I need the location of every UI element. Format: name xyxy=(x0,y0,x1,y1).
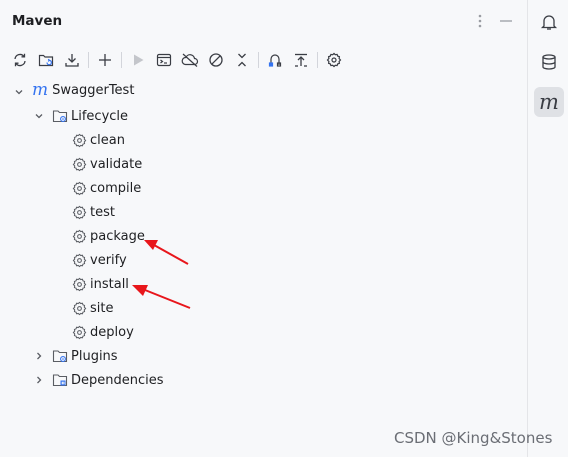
gear-icon xyxy=(71,276,87,292)
offline-mode-icon[interactable] xyxy=(179,49,201,71)
goal-label: validate xyxy=(90,156,143,172)
panel-header: Maven xyxy=(0,0,527,44)
collapse-all-icon[interactable] xyxy=(231,49,253,71)
database-icon[interactable] xyxy=(534,47,564,77)
dependencies-label: Dependencies xyxy=(71,372,164,388)
gear-icon xyxy=(71,156,87,172)
watermark: CSDN @King&Stones xyxy=(394,429,553,447)
add-maven-project-icon[interactable] xyxy=(35,49,57,71)
annotation-arrow-install xyxy=(132,285,191,309)
reload-icon[interactable] xyxy=(9,49,31,71)
plugins-label: Plugins xyxy=(71,348,118,364)
project-label: SwaggerTest xyxy=(52,83,135,98)
gear-icon xyxy=(71,204,87,220)
tree-row-goal[interactable]: test xyxy=(71,200,115,224)
skip-tests-icon[interactable] xyxy=(205,49,227,71)
tree-row-goal[interactable]: site xyxy=(71,296,113,320)
show-dependencies-icon[interactable] xyxy=(264,49,286,71)
tree-row-lifecycle[interactable]: Lifecycle xyxy=(0,104,527,128)
chevron-down-icon[interactable] xyxy=(13,86,25,98)
chevron-right-icon[interactable] xyxy=(33,374,45,386)
gear-icon xyxy=(71,228,87,244)
tree-row-goal[interactable]: deploy xyxy=(71,320,134,344)
goal-label: site xyxy=(90,300,114,316)
gear-icon xyxy=(71,300,87,316)
toolbar-separator xyxy=(317,52,318,68)
plugins-folder-icon xyxy=(52,348,68,364)
maven-icon[interactable]: m xyxy=(534,87,564,117)
lifecycle-folder-icon xyxy=(52,108,68,124)
tree-row-goal[interactable]: validate xyxy=(71,152,142,176)
notifications-icon[interactable] xyxy=(534,7,564,37)
add-icon[interactable] xyxy=(94,49,116,71)
maven-logo-glyph: m xyxy=(539,89,559,114)
tree-row-plugins[interactable]: Plugins xyxy=(0,344,527,368)
gear-icon xyxy=(71,180,87,196)
goal-label: test xyxy=(90,204,115,220)
goal-label: package xyxy=(90,228,145,244)
toolbar-separator xyxy=(121,52,122,68)
tree-row-goal[interactable]: compile xyxy=(71,176,141,200)
lifecycle-label: Lifecycle xyxy=(71,108,129,124)
chevron-down-icon[interactable] xyxy=(33,110,45,122)
more-vert-icon[interactable] xyxy=(471,12,489,30)
dependencies-folder-icon xyxy=(52,372,68,388)
toolbar-separator xyxy=(88,52,89,68)
tree-row-goal[interactable]: verify xyxy=(71,248,127,272)
gear-icon xyxy=(71,132,87,148)
settings-icon[interactable] xyxy=(323,49,345,71)
minimize-icon[interactable] xyxy=(497,12,515,30)
tree-row-project[interactable]: m SwaggerTest xyxy=(0,80,527,104)
goal-label: clean xyxy=(90,132,125,148)
tree-row-goal[interactable]: clean xyxy=(71,128,125,152)
goal-label: deploy xyxy=(90,324,134,340)
chevron-right-icon[interactable] xyxy=(33,350,45,362)
toolbar-separator xyxy=(258,52,259,68)
right-tool-strip: m xyxy=(527,0,568,457)
gear-icon xyxy=(71,324,87,340)
goal-label: compile xyxy=(90,180,142,196)
goal-label: verify xyxy=(90,252,127,268)
panel-title: Maven xyxy=(12,13,63,29)
download-sources-icon[interactable] xyxy=(61,49,83,71)
maven-panel: Maven m SwaggerTest Lifecycle clean vali… xyxy=(0,0,527,457)
gear-icon xyxy=(71,252,87,268)
tree-row-dependencies[interactable]: Dependencies xyxy=(0,368,527,392)
collapse-top-icon[interactable] xyxy=(290,49,312,71)
run-icon[interactable] xyxy=(127,49,149,71)
tree-row-goal[interactable]: install xyxy=(71,272,129,296)
annotation-arrow-package xyxy=(144,240,189,265)
tree-row-goal[interactable]: package xyxy=(71,224,145,248)
maven-project-icon: m xyxy=(32,80,49,100)
maven-toolbar xyxy=(0,44,527,76)
goal-label: install xyxy=(90,276,129,292)
execute-goal-icon[interactable] xyxy=(153,49,175,71)
